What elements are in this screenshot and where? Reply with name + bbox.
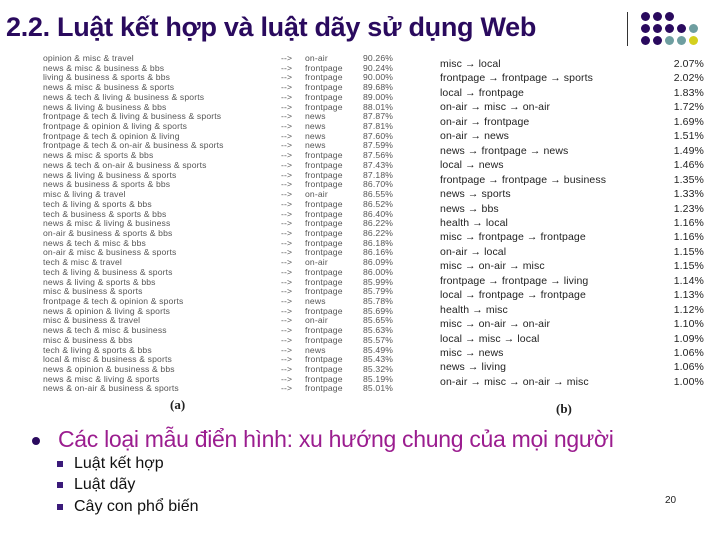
sequence-pattern: frontpage → frontpage → sports bbox=[440, 72, 593, 85]
sequence-support: 1.12% bbox=[673, 303, 704, 316]
sequence-pattern: local → news bbox=[440, 159, 504, 172]
sequence-pattern: on-air → frontpage bbox=[440, 115, 530, 128]
decoration-dot bbox=[665, 36, 674, 45]
sequence-pattern: news → bbs bbox=[440, 202, 499, 215]
decoration-dot bbox=[653, 36, 662, 45]
sequence-support: 1.10% bbox=[673, 318, 704, 331]
decoration-dot bbox=[665, 24, 674, 33]
decoration-dot bbox=[689, 24, 698, 33]
decoration-dot bbox=[641, 36, 650, 45]
sequence-support: 1.35% bbox=[673, 173, 704, 186]
sequence-pattern: local → frontpage bbox=[440, 86, 524, 99]
sequence-pattern: local → misc → local bbox=[440, 332, 540, 345]
sequence-support: 1.15% bbox=[673, 260, 704, 273]
sequence-pattern: on-air → news bbox=[440, 130, 509, 143]
sub-bullet-text: Luật dãy bbox=[74, 476, 136, 493]
square-bullet-icon bbox=[57, 504, 63, 510]
sequence-support: 1.06% bbox=[673, 347, 704, 359]
decoration-dot bbox=[665, 12, 674, 21]
decoration-dot bbox=[641, 12, 650, 21]
sequence-pattern: health → local bbox=[440, 216, 508, 229]
sequence-pattern: local → frontpage → frontpage bbox=[440, 289, 586, 302]
figure-tables: opinion & misc & travel --> on-air 90.26% ne… bbox=[40, 52, 712, 420]
rule-antecedent: news & on-air & business & sports bbox=[43, 383, 179, 394]
sub-bullet-text: Luật kết hợp bbox=[74, 455, 164, 472]
sequence-support: 1.06% bbox=[673, 361, 704, 374]
rule-arrow: --> bbox=[281, 383, 293, 394]
caption-a: (a) bbox=[170, 397, 186, 412]
rule-support: 85.01% bbox=[363, 383, 394, 394]
sequence-pattern: misc → frontpage → frontpage bbox=[440, 231, 586, 244]
sequence-support: 1.15% bbox=[673, 245, 704, 258]
sequence-pattern: news → frontpage → news bbox=[440, 144, 569, 157]
caption-b: (b) bbox=[556, 401, 572, 416]
decoration-dot bbox=[653, 24, 662, 33]
decoration-dot bbox=[653, 12, 662, 21]
sequence-pattern: misc → on-air → misc bbox=[440, 260, 545, 273]
sequence-pattern: news → sports bbox=[440, 188, 511, 201]
decoration-dot bbox=[677, 36, 686, 45]
sequence-support: 1.13% bbox=[673, 289, 704, 302]
sequence-support: 1.16% bbox=[673, 231, 704, 244]
sequence-support: 1.16% bbox=[673, 216, 704, 229]
slide-title: 2.2. Luật kết hợp và luật dãy sử dụng We… bbox=[6, 12, 537, 42]
sequence-pattern: misc → on-air → on-air bbox=[440, 318, 551, 331]
sequence-support: 1.69% bbox=[673, 115, 704, 128]
sequence-support: 1.72% bbox=[673, 101, 704, 114]
sequence-support: 1.46% bbox=[673, 159, 704, 172]
sequence-support: 1.09% bbox=[673, 332, 704, 345]
page-number: 20 bbox=[665, 495, 677, 506]
sequence-support: 1.14% bbox=[673, 274, 704, 287]
sequence-pattern: health → misc bbox=[440, 303, 508, 316]
sequence-pattern: on-air → misc → on-air → misc bbox=[440, 375, 589, 388]
decoration-dot bbox=[689, 36, 698, 45]
square-bullet-icon bbox=[57, 461, 63, 467]
sequence-support: 2.07% bbox=[673, 58, 704, 70]
title-divider bbox=[627, 12, 628, 46]
sequence-support: 1.83% bbox=[673, 86, 704, 99]
sequence-support: 1.51% bbox=[673, 130, 704, 143]
sequence-pattern: on-air → local bbox=[440, 245, 507, 258]
sequence-pattern: news → living bbox=[440, 361, 507, 374]
decoration-dot bbox=[641, 24, 650, 33]
square-bullet-icon bbox=[57, 482, 63, 488]
sub-bullet-text: Cây con phổ biến bbox=[74, 498, 199, 515]
sequence-pattern: frontpage → frontpage → living bbox=[440, 274, 589, 287]
sequence-support: 1.49% bbox=[673, 144, 704, 157]
sequence-pattern: misc → news bbox=[440, 347, 504, 359]
sequence-support: 1.23% bbox=[673, 202, 704, 215]
sequence-pattern: misc → local bbox=[440, 58, 501, 70]
sequence-pattern: on-air → misc → on-air bbox=[440, 101, 551, 114]
sequence-support: 1.00% bbox=[673, 375, 704, 388]
sequence-support: 1.33% bbox=[673, 188, 704, 201]
sequence-support: 2.02% bbox=[673, 72, 704, 85]
decoration-dot bbox=[677, 24, 686, 33]
sequence-pattern: frontpage → frontpage → business bbox=[440, 173, 607, 186]
main-bullet-dot bbox=[32, 437, 40, 445]
rule-consequent: frontpage bbox=[305, 383, 343, 394]
main-bullet-text: Các loại mẫu điển hình: xu hướng chung c… bbox=[58, 426, 614, 452]
